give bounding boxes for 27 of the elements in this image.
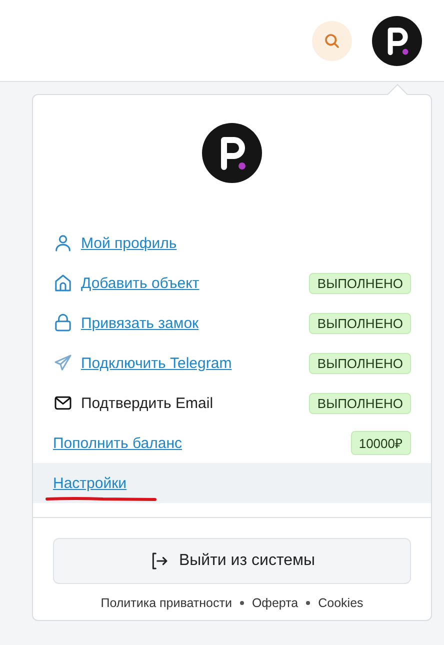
menu-link[interactable]: Добавить объект: [81, 274, 200, 292]
status-badge: ВЫПОЛНЕНО: [309, 392, 411, 414]
home-icon: [53, 273, 73, 293]
status-badge: ВЫПОЛНЕНО: [309, 352, 411, 374]
separator-dot: [306, 601, 310, 605]
search-button[interactable]: [312, 20, 352, 60]
logo-avatar-icon: [202, 123, 262, 183]
logo-avatar-icon: [372, 16, 422, 66]
status-badge: 10000₽: [350, 431, 411, 455]
separator-dot: [240, 601, 244, 605]
paper-plane-icon: [53, 353, 73, 373]
footer-link[interactable]: Оферта: [252, 596, 298, 610]
lock-icon: [53, 313, 73, 333]
logout-button[interactable]: Выйти из системы: [53, 538, 411, 584]
menu-item[interactable]: Подтвердить Email: [81, 394, 214, 412]
menu-link[interactable]: Мой профиль: [81, 234, 177, 252]
menu-item-highlight[interactable]: Настройки: [33, 463, 431, 503]
menu-link[interactable]: Пополнить баланс: [53, 434, 182, 452]
status-badge: ВЫПОЛНЕНО: [309, 312, 411, 334]
menu-link[interactable]: Привязать замок: [81, 314, 199, 332]
user-icon: [53, 233, 73, 253]
footer-link[interactable]: Cookies: [318, 596, 364, 610]
footer-link[interactable]: Политика приватности: [100, 596, 232, 610]
search-icon: [323, 32, 341, 50]
menu-link[interactable]: Настройки: [53, 474, 127, 492]
menu-link[interactable]: Подключить Telegram: [81, 354, 232, 372]
status-badge: ВЫПОЛНЕНО: [309, 272, 411, 294]
